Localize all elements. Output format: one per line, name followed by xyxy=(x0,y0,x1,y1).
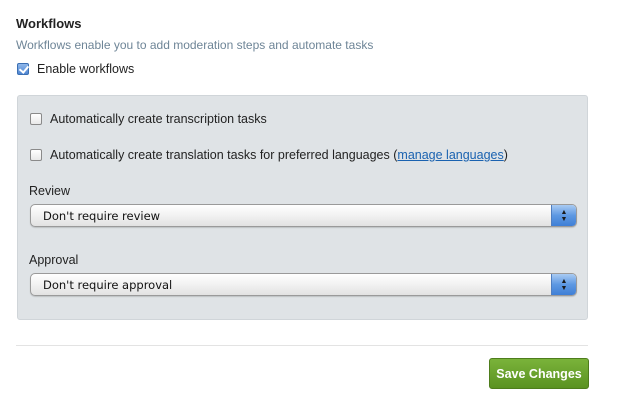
approval-select[interactable]: Don't require approval ▲ ▼ xyxy=(30,273,577,296)
translation-label-suffix: ) xyxy=(503,148,508,162)
enable-workflows-row[interactable]: Enable workflows xyxy=(17,62,134,76)
enable-workflows-label[interactable]: Enable workflows xyxy=(37,62,134,76)
section-description: Workflows enable you to add moderation s… xyxy=(16,38,374,52)
save-changes-button[interactable]: Save Changes xyxy=(489,358,589,389)
transcription-option-row[interactable]: Automatically create transcription tasks xyxy=(30,112,267,126)
review-select[interactable]: Don't require review ▲ ▼ xyxy=(30,204,577,227)
up-down-arrows-icon[interactable]: ▲ ▼ xyxy=(551,205,576,226)
review-select-value[interactable]: Don't require review xyxy=(31,209,551,223)
transcription-checkbox[interactable] xyxy=(30,113,42,125)
approval-label: Approval xyxy=(29,253,79,267)
review-label: Review xyxy=(29,184,70,198)
section-title: Workflows xyxy=(16,16,82,31)
divider xyxy=(16,345,588,346)
up-down-arrows-icon[interactable]: ▲ ▼ xyxy=(551,274,576,295)
workflow-options-panel: Automatically create transcription tasks… xyxy=(17,95,588,320)
approval-select-value[interactable]: Don't require approval xyxy=(31,278,551,292)
manage-languages-link[interactable]: manage languages xyxy=(397,148,503,162)
workflows-settings-page: Workflows Workflows enable you to add mo… xyxy=(0,0,619,401)
translation-label-prefix[interactable]: Automatically create translation tasks f… xyxy=(50,148,397,162)
translation-checkbox[interactable] xyxy=(30,149,42,161)
translation-option-row[interactable]: Automatically create translation tasks f… xyxy=(30,148,508,162)
transcription-label[interactable]: Automatically create transcription tasks xyxy=(50,112,267,126)
enable-workflows-checkbox[interactable] xyxy=(17,63,29,75)
